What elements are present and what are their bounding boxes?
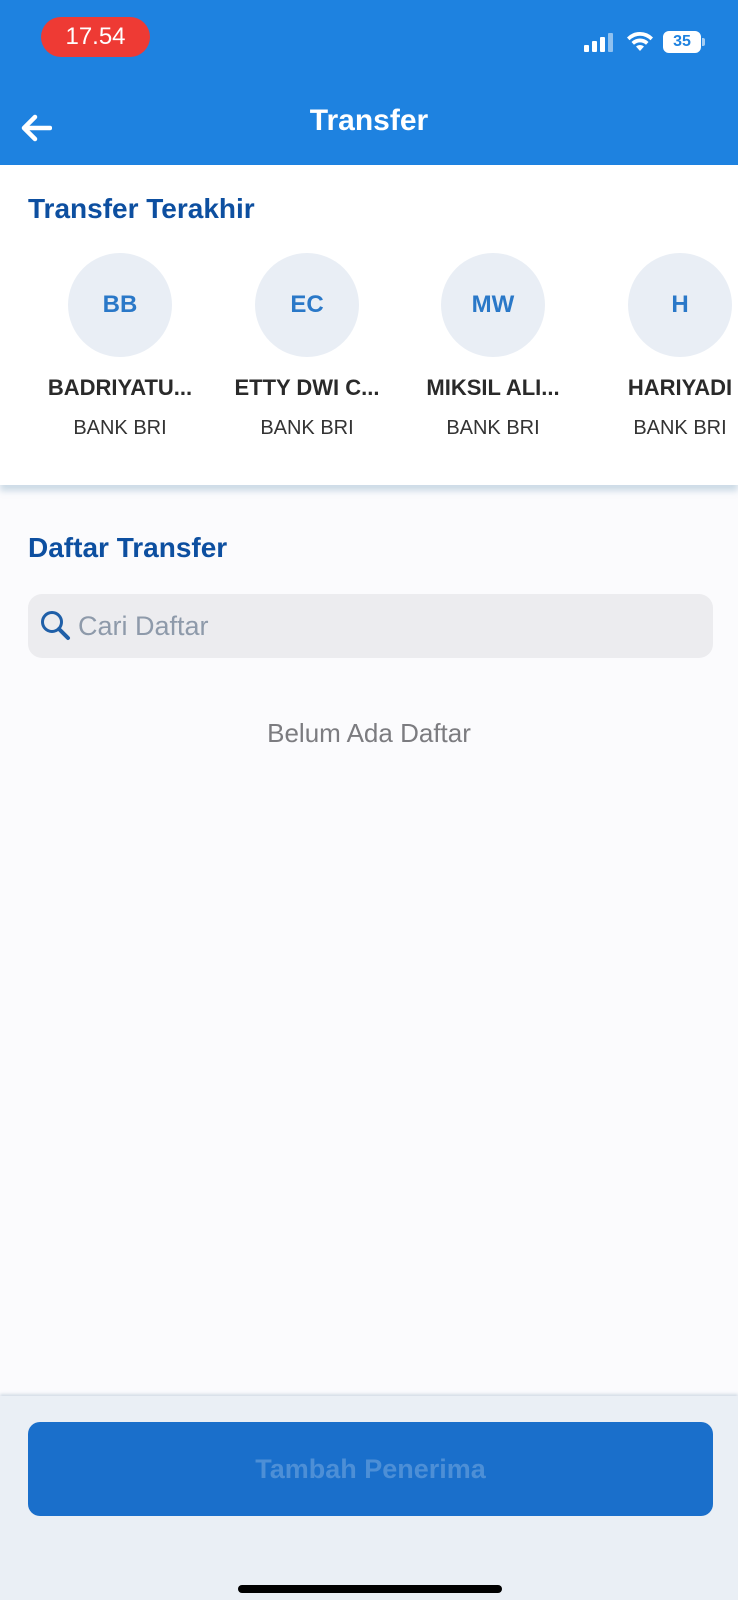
recent-transfer-item[interactable]: H HARIYADI BANK BRI (587, 253, 738, 440)
battery-level: 35 (673, 33, 691, 50)
avatar: EC (255, 253, 359, 357)
search-input[interactable] (78, 610, 678, 642)
bottom-action-area: Tambah Penerima (0, 1396, 738, 1600)
page-title: Transfer (309, 104, 429, 137)
avatar: MW (441, 253, 545, 357)
battery-tip (702, 38, 705, 46)
avatar: H (628, 253, 732, 357)
recent-transfer-name: HARIYADI (627, 375, 733, 400)
search-icon (41, 611, 70, 640)
recent-transfer-bank: BANK BRI (446, 417, 540, 439)
battery-icon: 35 (663, 31, 705, 53)
home-indicator[interactable] (238, 1585, 502, 1593)
recent-transfer-name: BADRIYATU... (47, 375, 193, 400)
recent-transfer-bank: BANK BRI (73, 417, 167, 439)
recent-transfer-name: MIKSIL ALI... (426, 375, 560, 400)
status-time: 17.54 (41, 17, 150, 57)
empty-list-message: Belum Ada Daftar (267, 718, 471, 748)
recent-transfer-name: ETTY DWI C... (234, 375, 380, 400)
recent-transfers-title: Transfer Terakhir (28, 193, 255, 224)
recent-transfer-bank: BANK BRI (260, 417, 354, 439)
recent-transfer-item[interactable]: EC ETTY DWI C... BANK BRI (214, 253, 400, 440)
recent-transfer-bank: BANK BRI (633, 417, 727, 439)
cellular-signal-icon (584, 33, 613, 52)
battery-body: 35 (663, 31, 701, 53)
recent-transfer-item[interactable]: MW MIKSIL ALI... BANK BRI (400, 253, 586, 440)
avatar: BB (68, 253, 172, 357)
recent-transfer-item[interactable]: BB BADRIYATU... BANK BRI (27, 253, 213, 440)
wifi-icon (627, 31, 653, 51)
search-bar[interactable] (28, 594, 713, 658)
top-app-bar: 17.54 35 Transfer (0, 0, 738, 165)
add-recipient-button[interactable]: Tambah Penerima (28, 1422, 713, 1516)
transfer-list-title: Daftar Transfer (28, 532, 228, 563)
recent-transfers-card: Transfer Terakhir BB BADRIYATU... BANK B… (0, 165, 738, 485)
